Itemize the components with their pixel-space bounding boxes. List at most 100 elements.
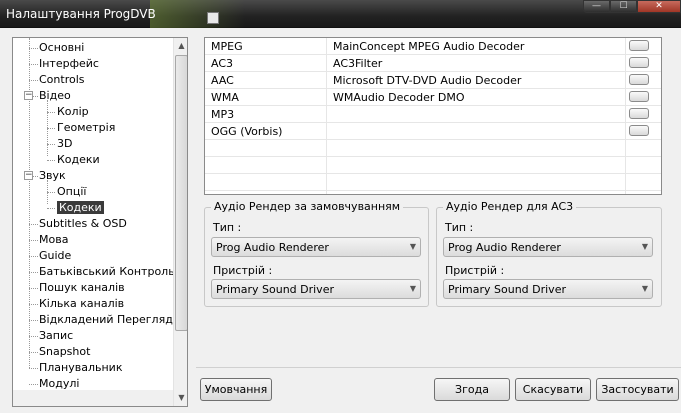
tree-guide-line <box>29 336 38 337</box>
background-checkbox <box>207 12 219 24</box>
minimize-button[interactable]: — <box>583 0 610 13</box>
tree-guide-line <box>29 224 38 225</box>
codec-config-button[interactable] <box>629 108 649 119</box>
tree-item-label: 3D <box>57 137 73 150</box>
tree-horizontal-scrollbar[interactable] <box>13 390 173 406</box>
tree-vertical-scrollbar[interactable]: ▲ ▼ <box>173 38 187 406</box>
codec-config-button[interactable] <box>629 91 649 102</box>
tree-guide-line <box>29 80 38 81</box>
codec-config-button[interactable] <box>629 125 649 136</box>
codec-table: MPEG MainConcept MPEG Audio Decoder AC3 AC3… <box>204 37 662 195</box>
tree-guide-line <box>47 144 55 145</box>
title-bar: Налаштування ProgDVB — ☐ ✕ <box>0 0 681 28</box>
table-row[interactable]: MPEG MainConcept MPEG Audio Decoder <box>205 38 661 55</box>
ac3-type-select[interactable]: Prog Audio Renderer ▼ <box>443 237 653 257</box>
tree-item[interactable]: Guide <box>39 248 71 264</box>
tree-item[interactable]: Колір <box>57 104 89 120</box>
chevron-down-icon: ▼ <box>641 284 648 293</box>
default-type-select[interactable]: Prog Audio Renderer ▼ <box>211 237 421 257</box>
table-row[interactable]: WMA WMAudio Decoder DMO <box>205 89 661 106</box>
apply-button[interactable]: Застосувати <box>596 378 679 401</box>
scroll-thumb[interactable] <box>175 55 187 331</box>
tree-item-label: Модулі <box>39 377 80 390</box>
codec-format: MP3 <box>211 108 235 121</box>
tree-item-label: Мова <box>39 233 69 246</box>
tree-guide-line <box>29 304 38 305</box>
tree-item[interactable]: Мова <box>39 232 68 248</box>
tree-item[interactable]: Subtitles & OSD <box>39 216 127 232</box>
codec-format: MPEG <box>211 40 243 53</box>
tree-item-label: Звук <box>39 169 66 182</box>
scroll-up-icon[interactable]: ▲ <box>174 38 187 54</box>
chevron-down-icon: ▼ <box>641 242 648 251</box>
settings-tree[interactable]: Основні Інтерфейс Controls Відео − Колір Геоме… <box>12 37 188 407</box>
default-device-select[interactable]: Primary Sound Driver ▼ <box>211 279 421 299</box>
close-button[interactable]: ✕ <box>637 0 681 13</box>
tree-item[interactable]: Snapshot <box>39 344 90 360</box>
tree-item-label: Subtitles & OSD <box>39 217 127 230</box>
tree-guide-line <box>29 384 38 385</box>
minimize-icon: — <box>592 1 601 11</box>
table-row <box>205 174 661 191</box>
ac3-type-value: Prog Audio Renderer <box>448 241 561 254</box>
defaults-button[interactable]: Умовчання <box>200 378 272 401</box>
tree-item[interactable]: Планувальник <box>39 360 122 376</box>
tree-item[interactable]: Кілька каналів <box>39 296 124 312</box>
default-type-label: Тип : <box>213 221 242 234</box>
cancel-button[interactable]: Скасувати <box>515 378 591 401</box>
tree-item[interactable]: Відкладений Перегляд <box>39 312 173 328</box>
ok-button[interactable]: Згода <box>434 378 510 401</box>
tree-item[interactable]: Запис <box>39 328 73 344</box>
codec-config-button[interactable] <box>629 74 649 85</box>
tree-item[interactable]: Кодеки <box>57 200 104 216</box>
tree-item[interactable]: Інтерфейс <box>39 56 99 72</box>
tree-item[interactable]: Пошук каналів <box>39 280 125 296</box>
default-renderer-title: Аудіо Рендер за замовчуванням <box>211 200 404 213</box>
tree-item[interactable]: 3D <box>57 136 72 152</box>
tree-item[interactable]: Геометрія <box>57 120 115 136</box>
table-row[interactable]: OGG (Vorbis) <box>205 123 661 140</box>
collapse-icon[interactable]: − <box>24 171 33 180</box>
tree-guide-line <box>47 160 55 161</box>
default-renderer-group: Аудіо Рендер за замовчуванням Тип : Prog… <box>204 200 429 307</box>
tree-guide-line <box>47 128 55 129</box>
codec-decoder: AC3Filter <box>333 57 383 70</box>
codec-format: AC3 <box>211 57 234 70</box>
codec-format: OGG (Vorbis) <box>211 125 283 138</box>
window-title: Налаштування ProgDVB <box>6 7 156 21</box>
background-window-strip <box>150 0 245 28</box>
default-device-label: Пристрій : <box>213 264 273 277</box>
tree-guide-line <box>29 256 38 257</box>
tree-item-label: Інтерфейс <box>39 57 99 70</box>
tree-item[interactable]: Відео <box>39 88 71 104</box>
default-device-value: Primary Sound Driver <box>216 283 334 296</box>
codec-decoder: WMAudio Decoder DMO <box>333 91 465 104</box>
tree-item[interactable]: Controls <box>39 72 85 88</box>
table-row <box>205 140 661 157</box>
tree-guide-line <box>29 288 38 289</box>
tree-guide-line <box>29 368 38 369</box>
tree-item[interactable]: Опції <box>57 184 86 200</box>
table-row[interactable]: AC3 AC3Filter <box>205 55 661 72</box>
tree-item-label: Основні <box>39 41 85 54</box>
table-row[interactable]: MP3 <box>205 106 661 123</box>
collapse-icon[interactable]: − <box>24 91 33 100</box>
table-row[interactable]: AAC Microsoft DTV-DVD Audio Decoder <box>205 72 661 89</box>
tree-item-label: Геометрія <box>57 121 116 134</box>
tree-guide-line <box>47 192 55 193</box>
ac3-device-select[interactable]: Primary Sound Driver ▼ <box>443 279 653 299</box>
tree-item-label: Відкладений Перегляд <box>39 313 173 326</box>
tree-guide-line <box>29 352 38 353</box>
tree-item[interactable]: Основні <box>39 40 84 56</box>
maximize-button[interactable]: ☐ <box>610 0 637 13</box>
tree-item[interactable]: Кодеки <box>57 152 100 168</box>
default-type-value: Prog Audio Renderer <box>216 241 329 254</box>
scroll-down-icon[interactable]: ▼ <box>174 390 187 406</box>
close-icon: ✕ <box>655 1 663 11</box>
tree-guide-line <box>29 272 38 273</box>
tree-item[interactable]: Батьківський Контроль <box>39 264 175 280</box>
tree-guide-line <box>47 112 55 113</box>
codec-config-button[interactable] <box>629 57 649 68</box>
tree-item[interactable]: Звук <box>39 168 66 184</box>
codec-config-button[interactable] <box>629 40 649 51</box>
